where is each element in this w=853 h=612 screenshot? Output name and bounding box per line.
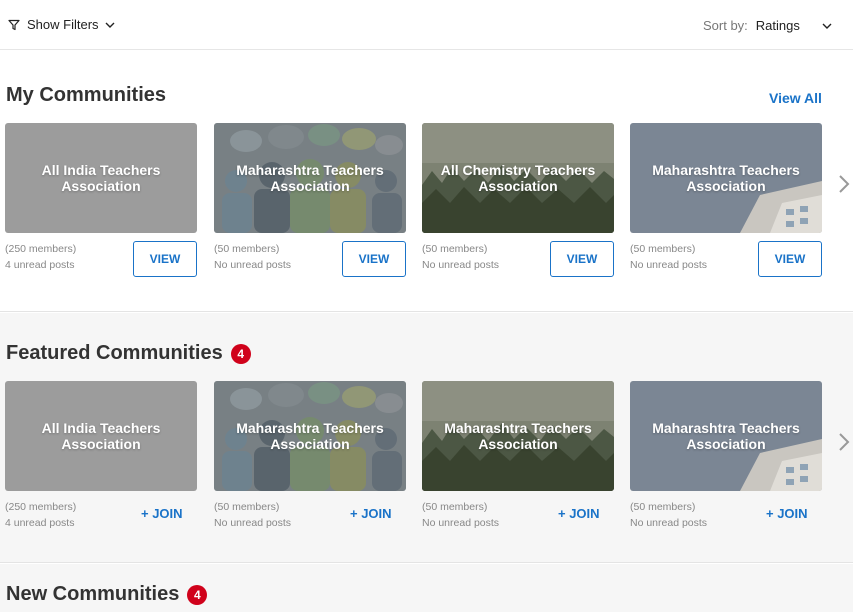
community-image: Maharashtra Teachers Association [214, 123, 406, 233]
community-name: All Chemistry Teachers Association [440, 162, 596, 194]
join-button[interactable]: + JOIN [558, 506, 600, 521]
community-card[interactable]: Maharashtra Teachers Association (50 mem… [214, 123, 406, 277]
chevron-down-icon [822, 23, 832, 29]
community-meta: (250 members) 4 unread posts [5, 499, 76, 531]
unread-posts: No unread posts [422, 517, 500, 529]
community-name: All India Teachers Association [41, 420, 161, 452]
unread-posts: No unread posts [214, 259, 292, 271]
sort-by-label: Sort by: [703, 18, 748, 33]
member-count: (50 members) [630, 243, 696, 255]
community-image: All Chemistry Teachers Association [422, 123, 614, 233]
member-count: (50 members) [422, 501, 488, 513]
unread-posts: No unread posts [630, 517, 708, 529]
community-card[interactable]: Maharashtra Teachers Association (50 mem… [422, 381, 614, 529]
unread-posts: No unread posts [422, 259, 500, 271]
community-image: All India Teachers Association [5, 381, 197, 491]
community-card[interactable]: Maharashtra Teachers Association (50 mem… [630, 381, 822, 529]
community-name: Maharashtra Teachers Association [236, 420, 384, 452]
join-button[interactable]: + JOIN [350, 506, 392, 521]
chevron-down-icon [105, 22, 115, 28]
community-name: Maharashtra Teachers Association [652, 162, 800, 194]
featured-communities-section: Featured Communities 4 All India Teacher… [0, 313, 853, 563]
community-name: Maharashtra Teachers Association [652, 420, 800, 452]
sort-control: Sort by: Ratings [703, 18, 832, 33]
section-title-text: My Communities [6, 84, 167, 106]
community-image: Maharashtra Teachers Association [630, 381, 822, 491]
community-meta: (50 members) No unread posts [214, 241, 291, 273]
community-name: Maharashtra Teachers Association [236, 162, 384, 194]
community-card[interactable]: Maharashtra Teachers Association (50 mem… [630, 123, 822, 277]
community-card[interactable]: Maharashtra Teachers Association (50 mem… [214, 381, 406, 529]
section-title-text: New Communities [6, 583, 180, 605]
section-title: New Communities 4 [6, 583, 208, 606]
join-button[interactable]: + JOIN [766, 506, 808, 521]
community-meta: (50 members) No unread posts [422, 241, 499, 273]
community-meta: (50 members) No unread posts [214, 499, 291, 531]
community-meta: (250 members) 4 unread posts [5, 241, 76, 273]
chevron-right-icon[interactable] [836, 430, 852, 454]
view-button[interactable]: VIEW [758, 241, 822, 277]
community-image: Maharashtra Teachers Association [214, 381, 406, 491]
count-badge: 4 [187, 584, 208, 605]
view-button[interactable]: VIEW [133, 241, 197, 277]
member-count: (250 members) [5, 501, 77, 513]
view-all-link[interactable]: View All [769, 90, 822, 106]
unread-posts: 4 unread posts [5, 517, 75, 529]
member-count: (50 members) [214, 501, 280, 513]
unread-posts: No unread posts [630, 259, 708, 271]
community-card[interactable]: All Chemistry Teachers Association (50 m… [422, 123, 614, 277]
section-title: Featured Communities 4 [6, 342, 251, 365]
filter-icon [8, 19, 20, 30]
community-image: All India Teachers Association [5, 123, 197, 233]
unread-posts: No unread posts [214, 517, 292, 529]
toolbar: Show Filters Sort by: Ratings [0, 0, 853, 50]
join-button[interactable]: + JOIN [141, 506, 183, 521]
community-image: Maharashtra Teachers Association [422, 381, 614, 491]
community-meta: (50 members) No unread posts [630, 499, 707, 531]
community-card[interactable]: All India Teachers Association (250 memb… [5, 381, 197, 529]
chevron-right-icon[interactable] [836, 172, 852, 196]
my-communities-section: My Communities View All All India Teache… [0, 51, 853, 312]
show-filters-label: Show Filters [27, 17, 99, 32]
member-count: (50 members) [630, 501, 696, 513]
community-name: All India Teachers Association [41, 162, 161, 194]
community-meta: (50 members) No unread posts [630, 241, 707, 273]
community-name: Maharashtra Teachers Association [444, 420, 592, 452]
community-meta: (50 members) No unread posts [422, 499, 499, 531]
member-count: (50 members) [422, 243, 488, 255]
unread-posts: 4 unread posts [5, 259, 75, 271]
new-communities-section: New Communities 4 [0, 564, 853, 612]
show-filters-button[interactable]: Show Filters [8, 17, 122, 32]
sort-value: Ratings [755, 18, 800, 33]
member-count: (50 members) [214, 243, 280, 255]
community-card[interactable]: All India Teachers Association (250 memb… [5, 123, 197, 277]
community-image: Maharashtra Teachers Association [630, 123, 822, 233]
member-count: (250 members) [5, 243, 77, 255]
section-title-text: Featured Communities [6, 342, 223, 364]
count-badge: 4 [230, 343, 251, 364]
view-button[interactable]: VIEW [550, 241, 614, 277]
sort-select[interactable]: Ratings [756, 18, 832, 33]
view-button[interactable]: VIEW [342, 241, 406, 277]
section-title: My Communities [6, 84, 166, 107]
